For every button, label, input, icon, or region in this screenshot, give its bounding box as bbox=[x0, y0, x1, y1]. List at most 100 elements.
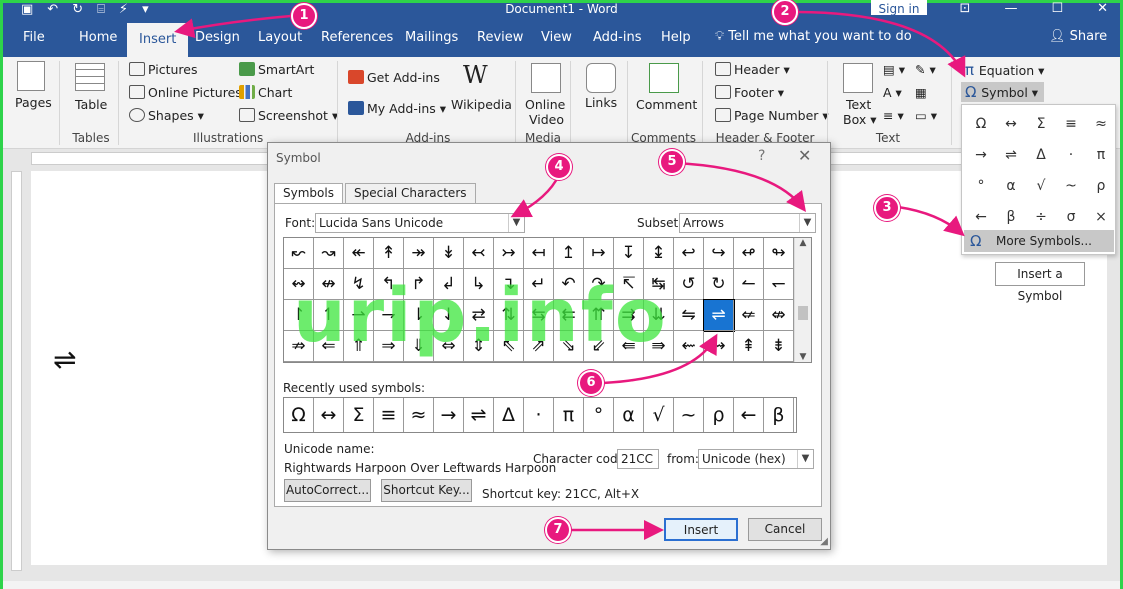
chevron-down-icon[interactable]: ▼ bbox=[799, 214, 815, 232]
symbol-dropdown-item[interactable]: β bbox=[996, 202, 1026, 233]
tab-symbols[interactable]: Symbols bbox=[274, 183, 343, 204]
tab-addins[interactable]: Add-ins bbox=[593, 29, 641, 47]
symbol-dropdown-item[interactable]: √ bbox=[1026, 171, 1056, 202]
wikipedia-button[interactable]: Wikipedia bbox=[451, 97, 512, 112]
tab-help[interactable]: Help bbox=[661, 29, 691, 47]
character-cell[interactable]: ⇊ bbox=[644, 300, 674, 331]
recent-symbol-cell[interactable]: Ω bbox=[284, 398, 314, 432]
online-video-line1[interactable]: Online bbox=[525, 97, 565, 112]
symbol-dropdown-item[interactable]: ~ bbox=[1056, 171, 1086, 202]
character-cell[interactable]: ↳ bbox=[464, 269, 494, 300]
tab-special-characters[interactable]: Special Characters bbox=[344, 183, 476, 203]
tab-design[interactable]: Design bbox=[195, 29, 240, 47]
table-button[interactable]: Table bbox=[75, 97, 107, 112]
chevron-down-icon[interactable]: ▼ bbox=[508, 214, 524, 232]
character-cell[interactable]: ↟ bbox=[374, 238, 404, 269]
recent-symbol-cell[interactable]: ← bbox=[734, 398, 764, 432]
character-grid-scrollbar[interactable]: ▲ ▼ bbox=[794, 238, 811, 362]
recent-symbol-cell[interactable]: β bbox=[764, 398, 794, 432]
character-cell[interactable]: ↧ bbox=[614, 238, 644, 269]
character-cell[interactable]: ⇁ bbox=[374, 300, 404, 331]
symbol-dropdown-item[interactable]: Σ bbox=[1026, 109, 1056, 140]
symbol-dropdown-item[interactable]: ↔ bbox=[996, 109, 1026, 140]
symbol-dropdown-item[interactable]: × bbox=[1086, 202, 1116, 233]
character-cell[interactable]: ⇒ bbox=[374, 331, 404, 362]
symbol-dropdown-item[interactable]: ≡ bbox=[1056, 109, 1086, 140]
character-cell[interactable]: ⇅ bbox=[494, 300, 524, 331]
character-cell[interactable]: ⇋ bbox=[674, 300, 704, 331]
character-cell[interactable]: ⇇ bbox=[554, 300, 584, 331]
character-cell[interactable]: ↾ bbox=[284, 300, 314, 331]
tab-layout[interactable]: Layout bbox=[258, 29, 302, 47]
character-cell[interactable]: ⇌ bbox=[703, 299, 735, 332]
recent-symbol-cell[interactable]: Σ bbox=[344, 398, 374, 432]
scroll-thumb[interactable] bbox=[798, 306, 808, 320]
recent-symbol-cell[interactable]: ° bbox=[584, 398, 614, 432]
symbol-dropdown-item[interactable]: α bbox=[996, 171, 1026, 202]
recent-symbol-cell[interactable]: ↔ bbox=[314, 398, 344, 432]
recent-symbol-cell[interactable]: √ bbox=[644, 398, 674, 432]
character-cell[interactable]: ↲ bbox=[434, 269, 464, 300]
minimize-icon[interactable]: — bbox=[1004, 1, 1017, 16]
page-number-button[interactable]: Page Number ▾ bbox=[715, 108, 829, 123]
character-cell[interactable]: ↥ bbox=[554, 238, 584, 269]
tab-references[interactable]: References bbox=[321, 29, 393, 47]
character-cell[interactable]: ↺ bbox=[674, 269, 704, 300]
ribbon-display-icon[interactable]: ⊡ bbox=[960, 1, 971, 16]
character-cell[interactable]: ⇔ bbox=[434, 331, 464, 362]
more-symbols-item[interactable]: Ω More Symbols... bbox=[964, 230, 1114, 252]
character-cell[interactable]: ↬ bbox=[764, 238, 794, 269]
tab-insert[interactable]: Insert bbox=[127, 23, 189, 57]
character-cell[interactable]: ⇏ bbox=[284, 331, 314, 362]
character-cell[interactable]: ⇖ bbox=[494, 331, 524, 362]
equation-button[interactable]: π Equation ▾ bbox=[965, 61, 1044, 79]
pictures-button[interactable]: Pictures bbox=[129, 62, 198, 77]
shapes-button[interactable]: Shapes ▾ bbox=[129, 108, 204, 123]
character-cell[interactable]: ↣ bbox=[494, 238, 524, 269]
close-icon[interactable]: ✕ bbox=[1097, 1, 1108, 16]
symbol-dropdown-item[interactable]: π bbox=[1086, 140, 1116, 171]
character-cell[interactable]: ⇓ bbox=[404, 331, 434, 362]
character-cell[interactable]: ↜ bbox=[284, 238, 314, 269]
online-video-line2[interactable]: Video bbox=[529, 112, 564, 127]
symbol-dropdown-item[interactable]: · bbox=[1056, 140, 1086, 171]
symbol-dropdown-item[interactable]: ° bbox=[966, 171, 996, 202]
character-cell[interactable]: ↡ bbox=[434, 238, 464, 269]
character-cell[interactable]: ⇍ bbox=[734, 300, 764, 331]
chart-button[interactable]: Chart bbox=[239, 85, 292, 100]
symbol-dropdown-item[interactable]: ρ bbox=[1086, 171, 1116, 202]
character-cell[interactable]: ↦ bbox=[584, 238, 614, 269]
character-cell[interactable]: ↤ bbox=[524, 238, 554, 269]
character-cell[interactable]: ↢ bbox=[464, 238, 494, 269]
recent-symbol-cell[interactable]: ρ bbox=[704, 398, 734, 432]
symbol-dropdown-item[interactable]: → bbox=[966, 140, 996, 171]
vertical-ruler[interactable] bbox=[11, 171, 22, 571]
pages-button[interactable]: Pages bbox=[15, 95, 52, 110]
symbol-dropdown-item[interactable]: ≈ bbox=[1086, 109, 1116, 140]
symbol-dropdown-item[interactable]: ⇌ bbox=[996, 140, 1026, 171]
insert-button[interactable]: Insert bbox=[664, 518, 738, 541]
character-cell[interactable]: ⇛ bbox=[644, 331, 674, 362]
character-cell[interactable]: ↞ bbox=[344, 238, 374, 269]
help-icon[interactable]: ? bbox=[758, 148, 765, 164]
character-code-input[interactable]: 21CC bbox=[617, 449, 659, 469]
character-cell[interactable]: ⇙ bbox=[584, 331, 614, 362]
symbol-dropdown-item[interactable]: σ bbox=[1056, 202, 1086, 233]
scroll-up-icon[interactable]: ▲ bbox=[795, 238, 811, 248]
character-cell[interactable]: ↵ bbox=[524, 269, 554, 300]
textbox-line2[interactable]: Box ▾ bbox=[843, 112, 877, 127]
character-cell[interactable]: ⇃ bbox=[434, 300, 464, 331]
character-cell[interactable]: ⇗ bbox=[524, 331, 554, 362]
symbol-dropdown-item[interactable]: ← bbox=[966, 202, 996, 233]
character-cell[interactable]: ↻ bbox=[704, 269, 734, 300]
character-cell[interactable]: ⇟ bbox=[764, 331, 794, 362]
symbol-dropdown-item[interactable]: Ω bbox=[966, 109, 996, 140]
tab-mailings[interactable]: Mailings bbox=[405, 29, 458, 47]
screenshot-button[interactable]: Screenshot ▾ bbox=[239, 108, 338, 123]
character-cell[interactable]: ⇎ bbox=[764, 300, 794, 331]
character-cell[interactable]: ↹ bbox=[644, 269, 674, 300]
character-cell[interactable]: ↭ bbox=[284, 269, 314, 300]
character-cell[interactable]: ↯ bbox=[344, 269, 374, 300]
character-cell[interactable]: ⇉ bbox=[614, 300, 644, 331]
chevron-down-icon[interactable]: ▼ bbox=[797, 450, 813, 468]
